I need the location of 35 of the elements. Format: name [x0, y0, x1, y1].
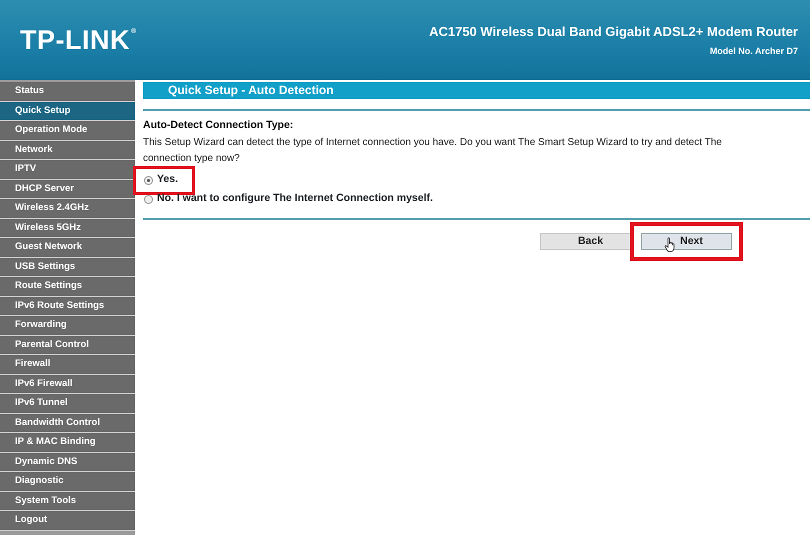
sidebar-item[interactable]: IP & MAC Binding: [0, 433, 135, 452]
sidebar-item[interactable]: Logout: [0, 511, 135, 530]
sidebar-item[interactable]: IPTV: [0, 160, 135, 180]
hand-cursor-icon: [664, 236, 676, 253]
model-number: Model No. Archer D7: [708, 44, 798, 58]
sidebar-item[interactable]: Network: [0, 140, 135, 160]
sidebar-item[interactable]: Firewall: [0, 355, 135, 374]
radio-label[interactable]: Yes.: [157, 172, 178, 188]
product-name: AC1750 Wireless Dual Band Gigabit ADSL2+ Modem Router: [429, 23, 798, 41]
sidebar-item[interactable]: System Tools: [0, 492, 135, 511]
description-text: This Setup Wizard can detect the type of Internet connection you have. Do you want The Smart Setup Wizard to try and detect The connection type now?: [143, 136, 723, 166]
sidebar-item[interactable]: Dynamic DNS: [0, 452, 135, 472]
sidebar-item[interactable]: Parental Control: [0, 336, 135, 355]
wizard-button[interactable]: Next: [641, 232, 732, 250]
sidebar-item[interactable]: Diagnostic: [0, 472, 135, 492]
sidebar-item[interactable]: USB Settings: [0, 258, 135, 277]
sidebar-item[interactable]: Route Settings: [0, 277, 135, 296]
sidebar-item[interactable]: Quick Setup: [0, 102, 135, 121]
sidebar-item[interactable]: Guest Network: [0, 238, 135, 258]
radio-button[interactable]: [144, 176, 153, 185]
sidebar-item[interactable]: Forwarding: [0, 316, 135, 336]
section-title: Quick Setup - Auto Detection: [143, 82, 810, 99]
wizard-button[interactable]: Back: [540, 232, 631, 250]
logo: TP-LINK: [20, 25, 130, 55]
sidebar-item[interactable]: Wireless 5GHz: [0, 218, 135, 238]
radio-label[interactable]: No. I want to configure The Internet Connection myself.: [157, 191, 433, 208]
sidebar-item[interactable]: Wireless 2.4GHz: [0, 199, 135, 218]
sidebar-item[interactable]: Status: [0, 82, 135, 102]
sidebar-item[interactable]: IPv6 Firewall: [0, 374, 135, 394]
field-heading: Auto-Detect Connection Type:: [143, 118, 294, 133]
sidebar-item[interactable]: Bandwidth Control: [0, 414, 135, 433]
sidebar-item[interactable]: Operation Mode: [0, 121, 135, 140]
sidebar-item[interactable]: DHCP Server: [0, 180, 135, 199]
sidebar-item[interactable]: IPv6 Tunnel: [0, 394, 135, 414]
sidebar-item[interactable]: IPv6 Route Settings: [0, 296, 135, 316]
